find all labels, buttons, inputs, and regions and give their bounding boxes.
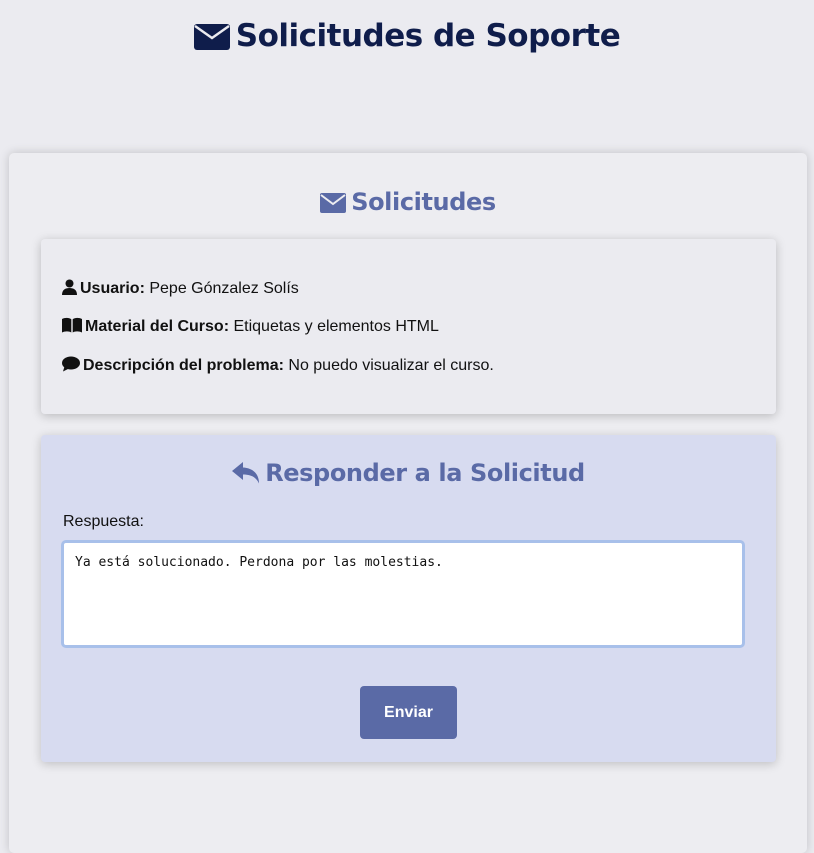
response-textarea[interactable]: Ya está solucionado. Perdona por las mol… — [61, 540, 745, 648]
user-icon — [62, 279, 77, 295]
course-material-value: Etiquetas y elementos HTML — [229, 318, 439, 335]
reply-title: Responder a la Solicitud — [41, 457, 776, 489]
problem-description-row: Descripción del problema: No puedo visua… — [62, 355, 494, 377]
reply-title-text: Responder a la Solicitud — [265, 459, 585, 487]
envelope-icon — [320, 193, 347, 213]
problem-description-value: No puedo visualizar el curso. — [283, 357, 494, 374]
page-title-text: Solicitudes de Soporte — [235, 18, 621, 54]
response-label: Respuesta: — [63, 513, 144, 530]
request-details: Usuario: Pepe Gónzalez Solís Material de… — [41, 239, 776, 414]
card-title: Solicitudes — [9, 186, 807, 218]
course-material-row: Material del Curso: Etiquetas y elemento… — [62, 316, 439, 338]
send-button[interactable]: Enviar — [360, 686, 457, 739]
user-value: Pepe Gónzalez Solís — [144, 280, 299, 297]
reply-form: Responder a la Solicitud Respuesta: Ya e… — [41, 435, 776, 762]
reply-icon — [232, 462, 260, 484]
course-material-label: Material del Curso: — [85, 318, 230, 335]
requests-card: Solicitudes Usuario: Pepe Gónzalez Solís… — [9, 153, 807, 853]
page-title: Solicitudes de Soporte — [0, 14, 814, 58]
user-label: Usuario: — [80, 280, 145, 297]
problem-description-label: Descripción del problema: — [83, 357, 284, 374]
book-open-icon — [62, 317, 82, 333]
card-title-text: Solicitudes — [351, 188, 496, 216]
envelope-icon — [193, 24, 230, 50]
comment-icon — [62, 356, 80, 372]
user-row: Usuario: Pepe Gónzalez Solís — [62, 278, 299, 300]
